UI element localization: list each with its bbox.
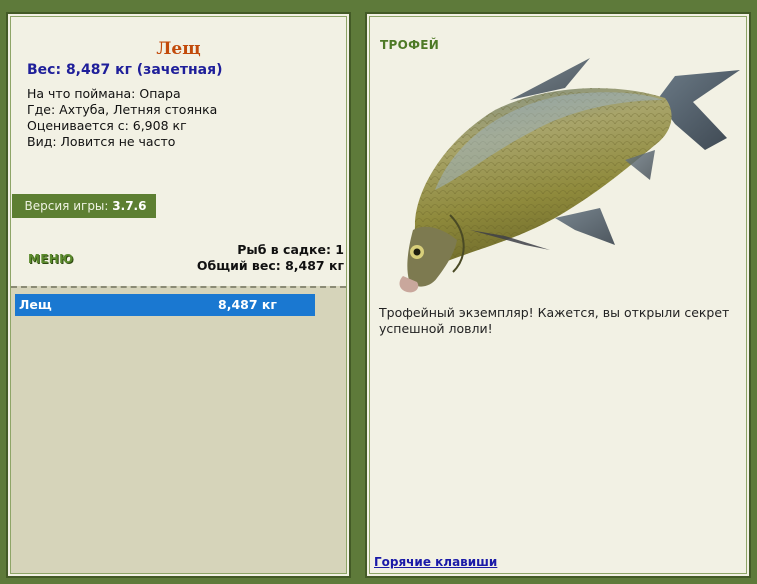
menu-button[interactable]: МЕНЮ [28, 252, 73, 266]
trophy-badge: ТРОФЕЙ [380, 38, 440, 52]
fish-title: Лещ [156, 39, 201, 59]
version-label: Версия игры: [24, 199, 109, 213]
version-value: 3.7.6 [112, 199, 147, 213]
catch-list: Лещ 8,487 кг [11, 286, 346, 573]
fish-weight: Вес: 8,487 кг (зачетная) [27, 62, 223, 78]
keepnet-stats: Рыб в садке: 1 Общий вес: 8,487 кг [197, 242, 344, 274]
total-weight: Общий вес: 8,487 кг [196, 258, 344, 273]
bait-info: На что поймана: Опара [27, 86, 181, 101]
catch-list-item[interactable]: Лещ 8,487 кг [15, 294, 315, 316]
valuation-info: Оценивается с: 6,908 кг [27, 118, 187, 133]
fish-info-panel: Лещ Вес: 8,487 кг (зачетная) На что пойм… [6, 12, 351, 578]
fish-count: Рыб в садке: 1 [237, 242, 344, 257]
rarity-info: Вид: Ловится не часто [27, 134, 176, 149]
game-version-badge: Версия игры: 3.7.6 [12, 194, 156, 218]
catch-item-name: Лещ [19, 297, 52, 312]
catch-item-weight: 8,487 кг [218, 297, 277, 312]
hotkeys-link[interactable]: Горячие клавиши [374, 555, 497, 569]
bream-fish-image [399, 58, 740, 293]
trophy-panel: ТРОФЕЙ Трофейный экземпляр! Кажется, вы … [365, 12, 751, 578]
trophy-description: Трофейный экземпляр! Кажется, вы открыли… [379, 305, 730, 336]
location-info: Где: Ахтуба, Летняя стоянка [27, 102, 218, 117]
